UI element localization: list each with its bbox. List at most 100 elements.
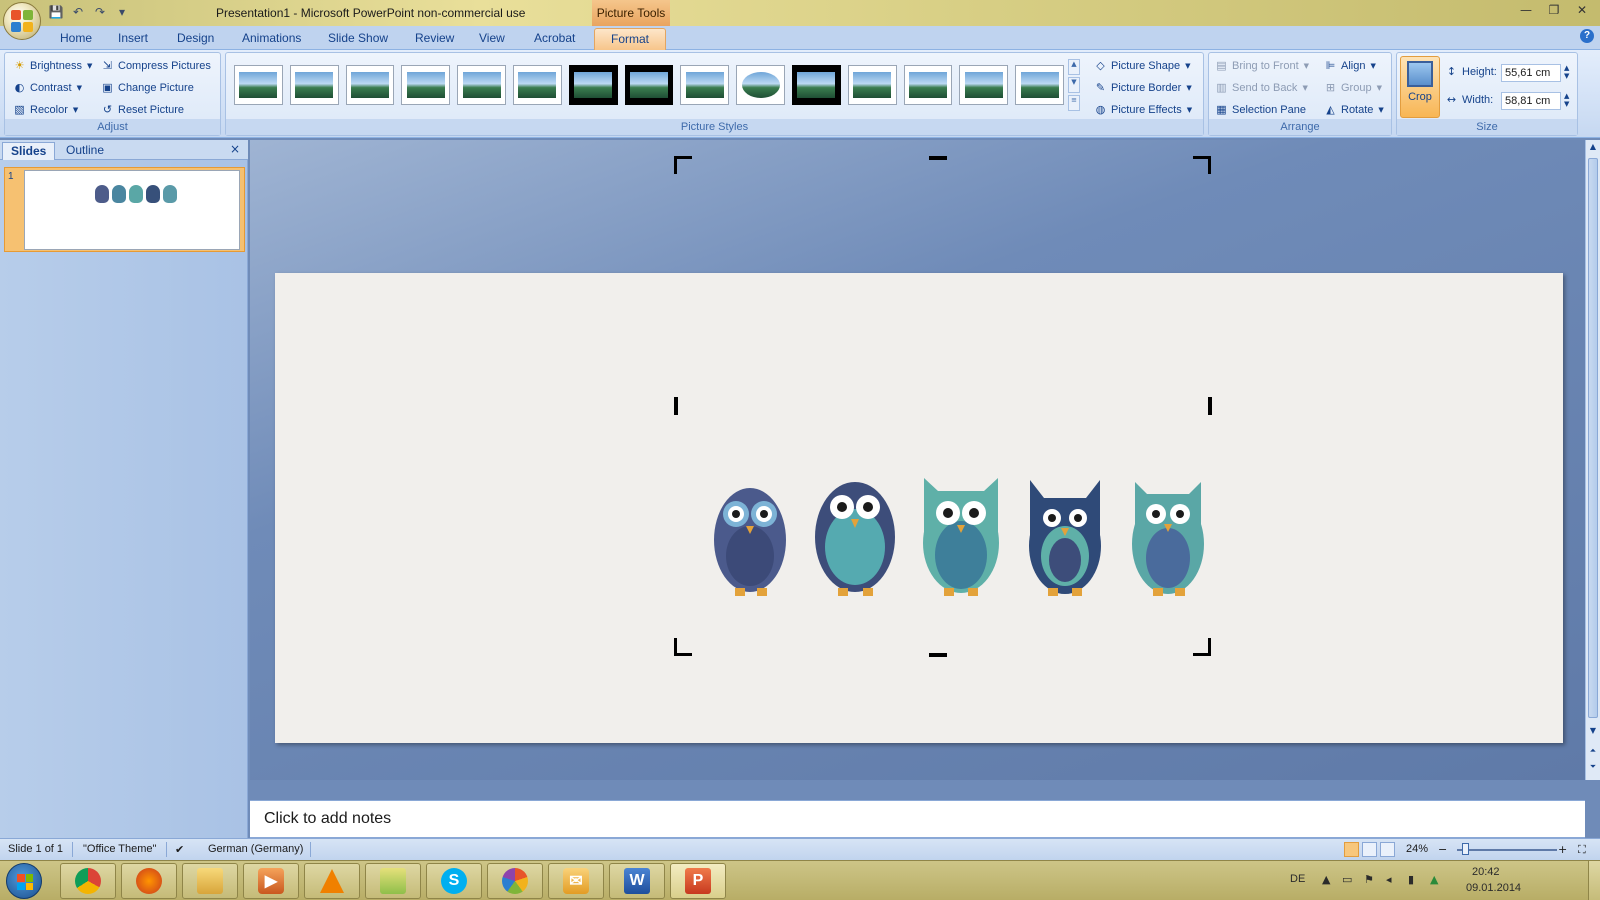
crop-handle-left[interactable] (674, 397, 678, 415)
clock-date[interactable]: 09.01.2014 (1466, 882, 1521, 894)
crop-handle-bottom-left[interactable] (674, 638, 692, 656)
office-button[interactable] (3, 2, 41, 40)
normal-view-button[interactable] (1344, 842, 1359, 857)
restore-button[interactable]: ❐ (1542, 2, 1566, 18)
bring-to-front-button[interactable]: ▤ Bring to Front ▼ (1215, 59, 1309, 72)
picture-shape-button[interactable]: ◇ Picture Shape ▼ (1094, 59, 1190, 72)
network-icon[interactable]: ▮ (1408, 873, 1414, 886)
taskbar-chrome[interactable] (60, 863, 116, 899)
gallery-up-icon[interactable]: ▲ (1068, 59, 1080, 75)
zoom-slider[interactable] (1457, 849, 1557, 851)
picture-style-reflected[interactable] (457, 65, 506, 105)
vertical-scrollbar[interactable]: ▲ ▼ ⏶ ⏷ (1585, 140, 1600, 780)
crop-handle-top[interactable] (929, 156, 947, 160)
zoom-slider-thumb[interactable] (1462, 843, 1469, 855)
picture-style-thick-black[interactable] (568, 65, 618, 105)
show-hidden-icons-icon[interactable]: ▲ (1322, 873, 1330, 886)
fit-to-window-icon[interactable]: ⛶ (1578, 843, 1586, 857)
show-desktop-button[interactable] (1588, 861, 1600, 900)
zoom-in-button[interactable]: + (1558, 843, 1567, 856)
picture-style-oval[interactable] (736, 65, 785, 105)
taskbar-skype[interactable]: S (426, 863, 482, 899)
tab-format[interactable]: Format (594, 28, 667, 50)
picture-style-thin-border[interactable] (847, 65, 897, 105)
zoom-out-button[interactable]: − (1438, 843, 1447, 856)
tab-slides[interactable]: Slides (2, 142, 56, 160)
crop-handle-bottom[interactable] (929, 653, 947, 657)
contrast-button[interactable]: ◐ Contrast ▼ (13, 81, 82, 94)
picture-style-relaxed[interactable] (903, 65, 953, 105)
taskbar-word[interactable]: W (609, 863, 665, 899)
crop-button[interactable]: Crop (1400, 56, 1440, 118)
slide-show-view-button[interactable] (1380, 842, 1395, 857)
owls-picture[interactable] (698, 458, 1220, 598)
change-picture-button[interactable]: ▣ Change Picture (101, 81, 194, 94)
close-button[interactable]: ✕ (1570, 2, 1594, 18)
minimize-button[interactable]: — (1514, 2, 1538, 18)
width-spinner[interactable]: ▲ ▼ (1563, 92, 1569, 108)
picture-style-double-frame[interactable] (792, 65, 841, 105)
selection-pane-button[interactable]: ▦ Selection Pane (1215, 103, 1306, 116)
picture-border-button[interactable]: ✎ Picture Border ▼ (1094, 81, 1192, 94)
help-icon[interactable]: ? (1580, 29, 1594, 43)
crop-handle-bottom-right[interactable] (1193, 638, 1211, 656)
tab-animations[interactable]: Animations (242, 31, 301, 45)
slide-sorter-view-button[interactable] (1362, 842, 1377, 857)
picture-effects-button[interactable]: ◍ Picture Effects ▼ (1094, 103, 1192, 116)
action-center-flag-icon[interactable]: ⚑ (1364, 873, 1374, 886)
tab-home[interactable]: Home (60, 31, 92, 45)
compress-pictures-button[interactable]: ⇲ Compress Pictures (101, 59, 211, 72)
input-language[interactable]: DE (1290, 873, 1305, 885)
tab-view[interactable]: View (479, 31, 505, 45)
tab-review[interactable]: Review (415, 31, 454, 45)
crop-handle-top-right[interactable] (1193, 156, 1211, 174)
scroll-up-icon[interactable]: ▲ (1586, 140, 1600, 154)
device-icon[interactable]: ▭ (1342, 873, 1352, 886)
height-input[interactable]: 55,61 cm (1501, 64, 1561, 82)
gallery-down-icon[interactable]: ▼ (1068, 77, 1080, 93)
picture-style-bevel-rectangle[interactable] (1015, 65, 1064, 105)
picture-style-rounded[interactable] (401, 65, 451, 105)
undo-icon[interactable]: ↶ (70, 4, 86, 20)
picture-style-simple-frame[interactable] (234, 65, 283, 105)
volume-icon[interactable]: ◂ (1386, 873, 1392, 886)
close-icon[interactable]: × (230, 142, 240, 156)
next-slide-icon[interactable]: ⏷ (1586, 760, 1600, 774)
customize-qat-icon[interactable]: ▾ (114, 4, 130, 20)
tab-slide-show[interactable]: Slide Show (328, 31, 388, 45)
width-input[interactable]: 58,81 cm (1501, 92, 1561, 110)
save-icon[interactable]: 💾 (48, 4, 64, 20)
zoom-level[interactable]: 24% (1406, 843, 1428, 855)
send-to-back-button[interactable]: ▥ Send to Back ▼ (1215, 81, 1308, 94)
tab-insert[interactable]: Insert (118, 31, 148, 45)
recolor-button[interactable]: ▧ Recolor ▼ (13, 103, 78, 116)
rotate-button[interactable]: ◭ Rotate ▼ (1324, 103, 1384, 116)
notes-pane[interactable]: Click to add notes (250, 800, 1585, 838)
tab-outline[interactable]: Outline (58, 142, 112, 160)
tab-design[interactable]: Design (177, 31, 214, 45)
crop-handle-right[interactable] (1208, 397, 1212, 415)
slide-canvas[interactable] (275, 273, 1563, 743)
height-spinner[interactable]: ▲ ▼ (1563, 64, 1569, 80)
taskbar-picasa[interactable] (487, 863, 543, 899)
reset-picture-button[interactable]: ↺ Reset Picture (101, 103, 184, 116)
picture-style-center-shadow[interactable] (959, 65, 1009, 105)
previous-slide-icon[interactable]: ⏶ (1586, 744, 1600, 758)
align-button[interactable]: ⊫ Align ▼ (1324, 59, 1376, 72)
scroll-thumb[interactable] (1588, 158, 1598, 718)
group-button[interactable]: ⊞ Group ▼ (1324, 81, 1382, 94)
notes-splitter[interactable] (250, 780, 1585, 800)
language-indicator[interactable]: German (Germany) (208, 843, 303, 855)
spellcheck-icon[interactable]: ✔ (175, 843, 184, 856)
clock-time[interactable]: 20:42 (1472, 866, 1500, 878)
picture-style-beveled[interactable] (289, 65, 339, 105)
taskbar-media-player[interactable]: ▶ (243, 863, 299, 899)
taskbar-libraries[interactable] (365, 863, 421, 899)
tab-acrobat[interactable]: Acrobat (534, 31, 575, 45)
picture-style-drop-shadow[interactable] (345, 65, 395, 105)
scroll-down-icon[interactable]: ▼ (1586, 724, 1600, 738)
picture-style-perspective[interactable] (680, 65, 730, 105)
picture-style-metal[interactable] (624, 65, 674, 105)
taskbar-powerpoint[interactable]: P (670, 863, 726, 899)
brightness-button[interactable]: ☀ Brightness ▼ (13, 59, 93, 72)
